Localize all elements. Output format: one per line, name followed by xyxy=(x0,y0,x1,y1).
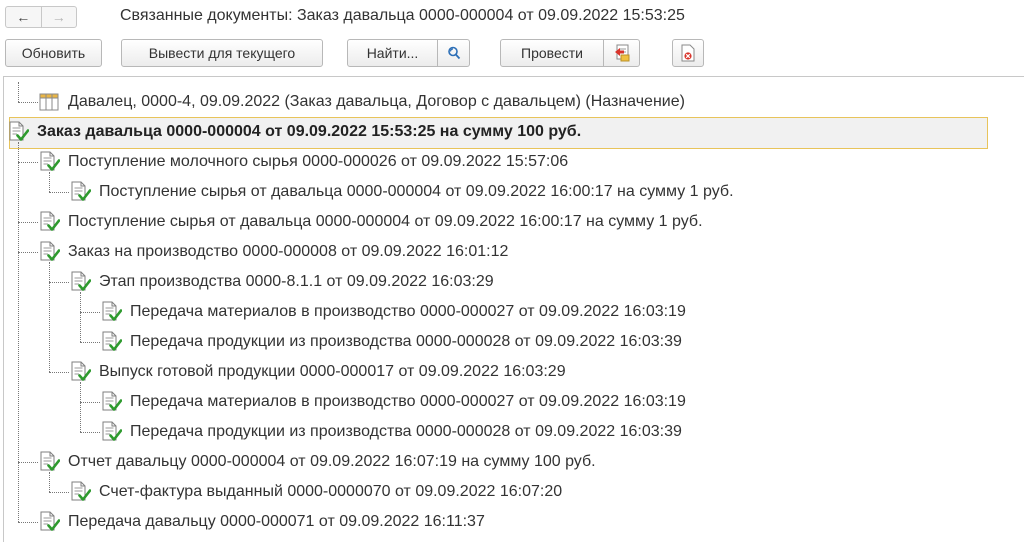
tree-connector xyxy=(18,162,38,163)
tree-row-label: Выпуск готовой продукции 0000-000017 от … xyxy=(99,363,566,380)
tree-row-label: Этап производства 0000-8.1.1 от 09.09.20… xyxy=(99,273,494,290)
window-title: Связанные документы: Заказ давальца 0000… xyxy=(120,7,685,24)
tree-row[interactable]: Передача материалов в производство 0000-… xyxy=(100,297,686,327)
tree-connector xyxy=(80,382,81,432)
find-button[interactable]: Найти... xyxy=(347,39,438,67)
tree-row[interactable]: Передача продукции из производства 0000-… xyxy=(100,327,682,357)
tree-row-label: Передача продукции из производства 0000-… xyxy=(130,333,682,350)
tree-row[interactable]: Заказ давальца 0000-000004 от 09.09.2022… xyxy=(7,117,581,147)
tree-row[interactable]: Этап производства 0000-8.1.1 от 09.09.20… xyxy=(69,267,494,297)
posted-document-icon xyxy=(38,211,61,233)
tree-row-label: Давалец, 0000-4, 09.09.2022 (Заказ давал… xyxy=(68,93,685,110)
posted-document-icon xyxy=(69,481,92,503)
tree-row-label: Счет-фактура выданный 0000-0000070 от 09… xyxy=(99,483,563,500)
find-refresh-button[interactable] xyxy=(438,39,470,67)
posted-document-icon xyxy=(7,121,30,143)
tree-connector xyxy=(49,262,50,372)
tree-connector xyxy=(80,342,100,343)
tree-row[interactable]: Поступление сырья от давальца 0000-00000… xyxy=(38,207,703,237)
tree-row-label: Поступление сырья от давальца 0000-00000… xyxy=(99,183,734,200)
tree-connector xyxy=(49,492,69,493)
posted-document-icon xyxy=(38,451,61,473)
tree-row-label: Передача давальцу 0000-000071 от 09.09.2… xyxy=(68,513,485,530)
delete-mark-icon xyxy=(681,44,695,62)
tree-connector xyxy=(18,142,19,522)
tree-connector xyxy=(18,102,38,103)
posted-document-icon xyxy=(69,181,92,203)
search-refresh-icon xyxy=(447,46,460,60)
navigation-buttons: ← → xyxy=(5,6,77,28)
posted-document-icon xyxy=(100,421,123,443)
tree-row[interactable]: Передача материалов в производство 0000-… xyxy=(100,387,686,417)
tree-row[interactable]: Счет-фактура выданный 0000-0000070 от 09… xyxy=(69,477,562,507)
output-current-button[interactable]: Вывести для текущего xyxy=(121,39,323,67)
tree-row-label: Передача продукции из производства 0000-… xyxy=(130,423,682,440)
tree-row-label: Передача материалов в производство 0000-… xyxy=(130,303,686,320)
post-button[interactable]: Провести xyxy=(500,39,604,67)
tree-connector xyxy=(49,282,69,283)
tree-row[interactable]: Поступление сырья от давальца 0000-00000… xyxy=(69,177,734,207)
tree-row[interactable]: Передача продукции из производства 0000-… xyxy=(100,417,682,447)
tree-connector xyxy=(18,522,38,523)
related-documents-tree[interactable]: Давалец, 0000-4, 09.09.2022 (Заказ давал… xyxy=(3,76,1024,542)
posted-document-icon xyxy=(100,331,123,353)
posted-document-icon xyxy=(69,361,92,383)
forward-button[interactable]: → xyxy=(42,7,77,27)
tree-connector xyxy=(49,372,69,373)
tree-row-label: Отчет давальцу 0000-000004 от 09.09.2022… xyxy=(68,453,596,470)
tree-connector xyxy=(18,82,19,102)
tree-row-label: Заказ на производство 0000-000008 от 09.… xyxy=(68,243,509,260)
tree-row[interactable]: Заказ на производство 0000-000008 от 09.… xyxy=(38,237,508,267)
posted-document-icon xyxy=(38,241,61,263)
tree-connector xyxy=(80,312,100,313)
posted-document-icon xyxy=(38,151,61,173)
back-button[interactable]: ← xyxy=(6,7,42,27)
tree-row[interactable]: Выпуск готовой продукции 0000-000017 от … xyxy=(69,357,566,387)
post-document-icon xyxy=(614,44,629,62)
tree-row[interactable]: Передача давальцу 0000-000071 от 09.09.2… xyxy=(38,507,485,537)
tree-connector xyxy=(18,252,38,253)
tree-row[interactable]: Давалец, 0000-4, 09.09.2022 (Заказ давал… xyxy=(38,87,685,117)
arrow-right-icon: → xyxy=(51,9,66,25)
post-document-button[interactable] xyxy=(604,39,640,67)
tree-row-label: Поступление молочного сырья 0000-000026 … xyxy=(68,153,569,170)
posted-document-icon xyxy=(100,391,123,413)
tree-row-label: Поступление сырья от давальца 0000-00000… xyxy=(68,213,703,230)
posted-document-icon xyxy=(38,511,61,533)
register-table-icon xyxy=(38,91,60,113)
tree-row-label: Передача материалов в производство 0000-… xyxy=(130,393,686,410)
tree-connector xyxy=(80,432,100,433)
posted-document-icon xyxy=(100,301,123,323)
tree-connector xyxy=(80,292,81,342)
delete-mark-button[interactable] xyxy=(672,39,704,67)
tree-connector xyxy=(18,222,38,223)
tree-connector xyxy=(80,402,100,403)
posted-document-icon xyxy=(69,271,92,293)
arrow-left-icon: ← xyxy=(16,9,31,25)
tree-connector xyxy=(18,462,38,463)
tree-row[interactable]: Поступление молочного сырья 0000-000026 … xyxy=(38,147,568,177)
tree-row-label: Заказ давальца 0000-000004 от 09.09.2022… xyxy=(37,123,582,140)
tree-connector xyxy=(49,192,69,193)
post-button-group: Провести xyxy=(500,39,640,67)
refresh-button[interactable]: Обновить xyxy=(5,39,102,67)
find-button-group: Найти... xyxy=(347,39,470,67)
tree-row[interactable]: Отчет давальцу 0000-000004 от 09.09.2022… xyxy=(38,447,596,477)
